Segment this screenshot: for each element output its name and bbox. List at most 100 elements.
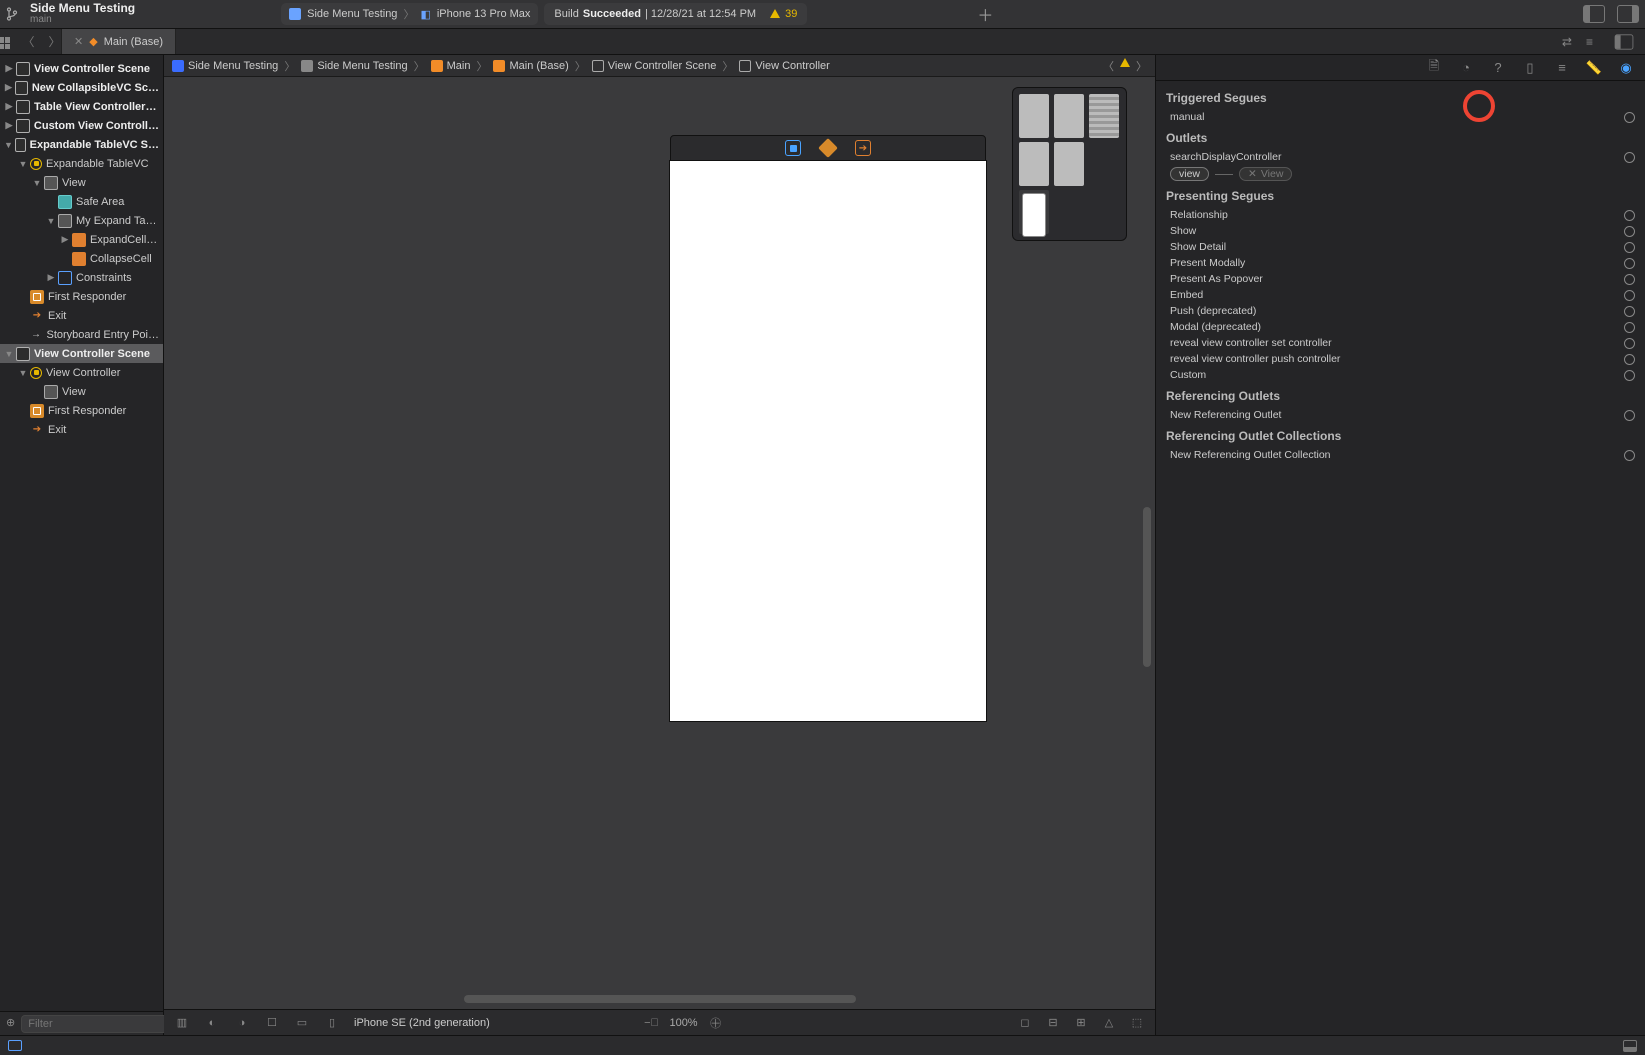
minimap-selected-scene[interactable]: [1019, 190, 1049, 234]
nav-forward[interactable]: 〉: [47, 33, 63, 50]
warning-badge[interactable]: 39: [770, 8, 797, 20]
ref-coll-row[interactable]: New Referencing Outlet Collection: [1156, 447, 1645, 463]
disclosure-triangle[interactable]: [4, 349, 14, 359]
outline-row[interactable]: First Responder: [0, 401, 163, 420]
connections-inspector-tab[interactable]: ◉: [1617, 59, 1635, 77]
connection-port[interactable]: [1624, 274, 1635, 285]
outline-row[interactable]: Table View Controller…: [0, 97, 163, 116]
zoom-label[interactable]: 100%: [669, 1017, 697, 1029]
presenting-segue-row[interactable]: reveal view controller set controller: [1156, 335, 1645, 351]
outline-row[interactable]: View: [0, 382, 163, 401]
crumb-2[interactable]: Main: [447, 60, 471, 72]
doc-outline-toggle-icon[interactable]: ▥: [174, 1015, 190, 1031]
connection-port[interactable]: [1624, 410, 1635, 421]
presenting-segue-row[interactable]: Modal (deprecated): [1156, 319, 1645, 335]
connection-port[interactable]: [1624, 306, 1635, 317]
layout-rects-icon[interactable]: ◻: [1017, 1015, 1033, 1031]
attributes-inspector-tab[interactable]: ≡: [1553, 59, 1571, 77]
zoom-in[interactable]: ＋⃝: [708, 1015, 724, 1031]
outlet-row[interactable]: searchDisplayController: [1156, 149, 1645, 165]
presenting-segue-row[interactable]: Present Modally: [1156, 255, 1645, 271]
disclosure-triangle[interactable]: [18, 159, 28, 169]
connection-port[interactable]: [1624, 152, 1635, 163]
outline-row[interactable]: CollapseCell: [0, 249, 163, 268]
view-controller-view[interactable]: [670, 161, 986, 721]
outline-row[interactable]: View Controller Scene: [0, 344, 163, 363]
outline-row[interactable]: Custom View Controll…: [0, 116, 163, 135]
view-controller-icon[interactable]: [785, 140, 801, 156]
jumpbar-prev[interactable]: 〈: [1103, 58, 1114, 74]
minimap-scene[interactable]: [1054, 94, 1084, 138]
nav-back[interactable]: 〈: [20, 33, 36, 50]
connection-port[interactable]: [1624, 258, 1635, 269]
zoom-out[interactable]: −⃝: [643, 1015, 659, 1031]
presenting-segue-row[interactable]: reveal view controller push controller: [1156, 351, 1645, 367]
jumpbar-warning-icon[interactable]: [1120, 58, 1130, 67]
editor-options-icon[interactable]: ≡: [1586, 35, 1593, 49]
terminal-icon[interactable]: [8, 1040, 22, 1051]
outline-row[interactable]: View Controller: [0, 363, 163, 382]
disclosure-triangle[interactable]: [60, 234, 70, 245]
outline-row[interactable]: Expandable TableVC: [0, 154, 163, 173]
outline-row[interactable]: ExpandCell…: [0, 230, 163, 249]
minimap-scene[interactable]: [1019, 94, 1049, 138]
connection-port[interactable]: [1624, 290, 1635, 301]
presenting-segue-row[interactable]: Present As Popover: [1156, 271, 1645, 287]
connection-port[interactable]: [1624, 226, 1635, 237]
minimap-scene[interactable]: [1089, 94, 1119, 138]
storyboard-canvas[interactable]: [164, 77, 1155, 1009]
outline-row[interactable]: View: [0, 173, 163, 192]
tab-close[interactable]: ✕: [74, 35, 83, 48]
toggle-left-panel[interactable]: [1583, 5, 1605, 23]
outline-row[interactable]: New CollapsibleVC Sc…: [0, 78, 163, 97]
outlet-source-pill[interactable]: view: [1170, 167, 1209, 181]
trait-a11y-icon[interactable]: ☐: [264, 1015, 280, 1031]
disclosure-triangle[interactable]: [4, 63, 14, 74]
connection-port[interactable]: [1624, 322, 1635, 333]
assistant-editor-icon[interactable]: [1615, 34, 1634, 49]
crumb-3[interactable]: Main (Base): [509, 60, 568, 72]
outline-row[interactable]: My Expand Ta…: [0, 211, 163, 230]
scene-dock[interactable]: [670, 135, 986, 161]
outline-row[interactable]: Constraints: [0, 268, 163, 287]
resolve-icon[interactable]: △: [1101, 1015, 1117, 1031]
history-inspector-tab[interactable]: ◔: [1457, 59, 1475, 77]
tab-main-storyboard[interactable]: ✕ ◆ Main (Base): [62, 29, 176, 54]
file-inspector-tab[interactable]: 🗎: [1425, 59, 1443, 77]
presenting-segue-row[interactable]: Show: [1156, 223, 1645, 239]
outline-row[interactable]: First Responder: [0, 287, 163, 306]
disclosure-triangle[interactable]: [4, 101, 14, 112]
canvas-vscroll[interactable]: [1143, 507, 1151, 667]
align-icon[interactable]: ⊟: [1045, 1015, 1061, 1031]
disclosure-triangle[interactable]: [18, 368, 28, 378]
trait-dark-icon[interactable]: ◐: [204, 1015, 220, 1031]
presenting-segue-row[interactable]: Push (deprecated): [1156, 303, 1645, 319]
ref-outlet-row[interactable]: New Referencing Outlet: [1156, 407, 1645, 423]
pin-icon[interactable]: ⊞: [1073, 1015, 1089, 1031]
outline-row[interactable]: Expandable TableVC S…: [0, 135, 163, 154]
outline-row[interactable]: Storyboard Entry Poi…: [0, 325, 163, 344]
outline-filter-input[interactable]: [21, 1015, 177, 1033]
connection-port[interactable]: [1624, 450, 1635, 461]
connection-port[interactable]: [1624, 354, 1635, 365]
embed-icon[interactable]: ⬚: [1129, 1015, 1145, 1031]
toggle-debug-area[interactable]: [1623, 1040, 1637, 1052]
canvas-hscroll[interactable]: [464, 995, 856, 1003]
library-plus-button[interactable]: ＋: [973, 2, 997, 26]
outlet-dest-pill[interactable]: ✕ View: [1239, 167, 1292, 181]
trait-a11y-large-icon[interactable]: ▭: [294, 1015, 310, 1031]
scheme-selector[interactable]: Side Menu Testing 〉 ◧ iPhone 13 Pro Max: [281, 3, 538, 25]
activity-status[interactable]: Build Succeeded | 12/28/21 at 12:54 PM 3…: [544, 3, 807, 25]
size-inspector-tab[interactable]: 📏: [1585, 59, 1603, 77]
presenting-segue-row[interactable]: Show Detail: [1156, 239, 1645, 255]
related-items-icon[interactable]: [0, 34, 10, 50]
help-inspector-tab[interactable]: ?: [1489, 59, 1507, 77]
crumb-0[interactable]: Side Menu Testing: [188, 60, 278, 72]
jump-bar[interactable]: Side Menu Testing 〉 Side Menu Testing 〉 …: [164, 55, 1155, 77]
exit-icon[interactable]: [855, 140, 871, 156]
disclosure-triangle[interactable]: [32, 178, 42, 188]
connection-port[interactable]: [1624, 338, 1635, 349]
presenting-segue-row[interactable]: Embed: [1156, 287, 1645, 303]
filter-icon[interactable]: ⊕: [6, 1016, 15, 1032]
device-label[interactable]: iPhone SE (2nd generation): [354, 1017, 490, 1029]
